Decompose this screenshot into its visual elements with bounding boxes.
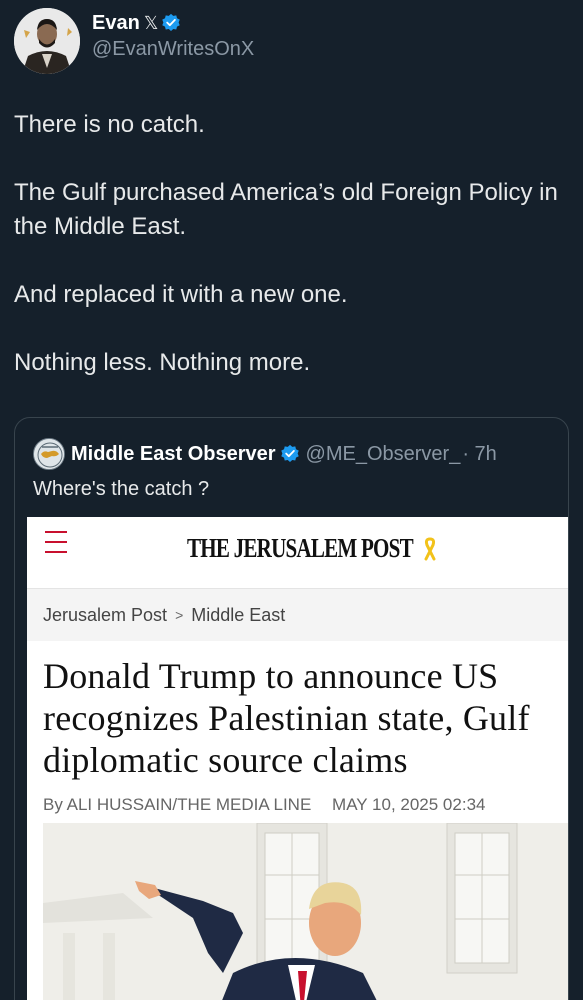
site-header: THE JERUSALEM POST: [27, 517, 568, 589]
byline-date: MAY 10, 2025 02:34: [332, 795, 486, 814]
yellow-ribbon-icon: [424, 537, 436, 561]
author-name[interactable]: Evan: [92, 12, 140, 35]
breadcrumb-item: Jerusalem Post: [43, 604, 168, 625]
breadcrumb-item: Middle East: [191, 604, 286, 625]
tweet-paragraph: There is no catch.: [14, 111, 205, 138]
quoted-timestamp[interactable]: · 7h: [462, 443, 496, 466]
article-byline: By ALI HUSSAIN/THE MEDIA LINE MAY 10, 20…: [27, 781, 568, 815]
quoted-tweet[interactable]: Middle East Observer @ME_Observer_ · 7h …: [14, 417, 569, 1000]
site-logo: THE JERUSALEM POST: [187, 533, 414, 563]
breadcrumb: Jerusalem Post > Middle East: [27, 589, 568, 641]
tweet-paragraph: Nothing less. Nothing more.: [14, 349, 311, 376]
x-logo-icon: 𝕏: [143, 12, 159, 33]
article-screenshot[interactable]: THE JERUSALEM POST Jerusalem Post > Midd…: [27, 517, 568, 1000]
breadcrumb-separator: >: [175, 607, 184, 623]
verified-badge-icon: [280, 444, 299, 462]
author-avatar[interactable]: [14, 8, 80, 74]
quoted-author-handle[interactable]: @ME_Observer_: [306, 443, 461, 466]
tweet-paragraph: The Gulf purchased America’s old Foreign…: [14, 179, 558, 240]
verified-badge-icon: [162, 13, 181, 31]
tweet-paragraph: And replaced it with a new one.: [14, 281, 348, 308]
tweet-header: Evan 𝕏 @EvanWritesOnX: [14, 8, 254, 74]
article-photo: [43, 823, 568, 1000]
quoted-author-avatar[interactable]: [33, 438, 65, 470]
byline-author: By ALI HUSSAIN/THE MEDIA LINE: [43, 795, 312, 814]
quoted-author-name[interactable]: Middle East Observer: [71, 443, 276, 466]
author-handle[interactable]: @EvanWritesOnX: [92, 38, 254, 61]
tweet-text: There is no catch. The Gulf purchased Am…: [14, 108, 574, 414]
article-headline: Donald Trump to announce US recognizes P…: [43, 656, 530, 780]
hamburger-menu-icon: [45, 531, 67, 553]
quoted-tweet-text: Where's the catch ?: [33, 478, 210, 500]
